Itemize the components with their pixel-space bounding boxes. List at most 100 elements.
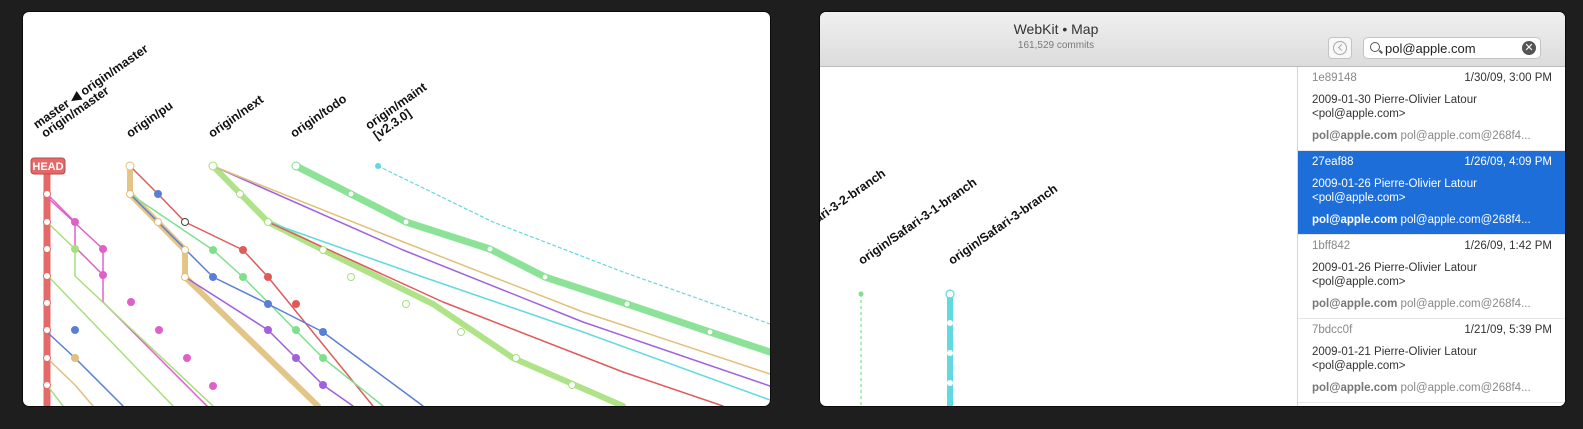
commit-node: [209, 246, 217, 254]
commit-date: 1/30/09, 3:00 PM: [1464, 72, 1552, 84]
commit-node: [209, 273, 217, 281]
commit-date: 1/21/09, 5:39 PM: [1464, 324, 1552, 336]
branch-label-safari-3-2[interactable]: ari-3-2-branch: [820, 166, 888, 225]
commit-node: [154, 218, 162, 226]
commit-node: [402, 300, 410, 308]
commit-hash: 27eaf88: [1312, 156, 1354, 168]
commit-node: [43, 245, 51, 253]
commit-summary: 2009-01-26 Pierre-Olivier Latour: [1312, 262, 1477, 274]
commit-node: [319, 246, 327, 254]
commit-node: [43, 299, 51, 307]
commit-node: [292, 354, 300, 362]
commit-graph-canvas[interactable]: master ◀ origin/master origin/master ori…: [23, 12, 770, 406]
head-badge-label: HEAD: [32, 161, 63, 173]
search-field[interactable]: ✕: [1363, 37, 1541, 59]
commit-node: [181, 273, 189, 281]
commit-node: [236, 190, 244, 198]
result-item[interactable]: 7bdcc0f 1/21/09, 5:39 PM 2009-01-21 Pier…: [1298, 319, 1565, 403]
search-results-list[interactable]: 1e89148 1/30/09, 3:00 PM 2009-01-30 Pier…: [1297, 67, 1565, 406]
commit-node: [347, 273, 355, 281]
commit-node: [319, 328, 327, 336]
branch-lines: [43, 162, 770, 406]
result-item[interactable]: 1e89148 1/30/09, 3:00 PM 2009-01-30 Pier…: [1298, 67, 1565, 151]
commit-email-line: pol@apple.com pol@apple.com@268f4...: [1312, 298, 1531, 310]
commit-node: [127, 298, 135, 306]
commit-node: [71, 354, 79, 362]
commit-node: [43, 381, 51, 389]
commit-node: [208, 161, 218, 171]
commit-node: [291, 161, 301, 171]
commit-node: [512, 354, 520, 362]
commit-node: [541, 273, 549, 281]
back-arrow-icon: [1333, 41, 1347, 55]
branch-line-pu: [127, 163, 321, 406]
commit-node: [99, 271, 107, 279]
commit-node: [43, 326, 51, 334]
commit-node: [99, 245, 107, 253]
branch-line-maint: [377, 165, 770, 325]
commit-node: [947, 320, 953, 326]
ref-label-origin-todo[interactable]: origin/todo: [288, 91, 350, 140]
commit-author-email: <pol@apple.com>: [1312, 276, 1406, 288]
commit-node: [154, 190, 162, 198]
clear-search-icon[interactable]: ✕: [1522, 41, 1536, 55]
commit-author-email: <pol@apple.com>: [1312, 360, 1406, 372]
commit-node: [126, 190, 134, 198]
commit-node: [486, 245, 494, 253]
commit-node: [292, 326, 300, 334]
commit-node: [568, 381, 576, 389]
commit-node: [623, 300, 631, 308]
webkit-map-window: WebKit • Map 161,529 commits ✕ ari-3-2-b…: [820, 12, 1565, 406]
commit-node: [43, 354, 51, 362]
commit-author-email: <pol@apple.com>: [1312, 108, 1406, 120]
commit-email-line: pol@apple.com pol@apple.com@268f4...: [1312, 130, 1531, 142]
commit-hash: 7bdcc0f: [1312, 324, 1353, 336]
head-badge[interactable]: HEAD: [30, 157, 66, 175]
commit-node: [71, 326, 79, 334]
commit-node: [264, 273, 272, 281]
commit-date: 1/26/09, 4:09 PM: [1464, 156, 1552, 168]
result-item-selected[interactable]: 27eaf88 1/26/09, 4:09 PM 2009-01-26 Pier…: [1298, 151, 1565, 235]
commit-summary: 2009-01-26 Pierre-Olivier Latour: [1312, 178, 1477, 190]
commit-summary: 2009-01-30 Pierre-Olivier Latour: [1312, 94, 1477, 106]
commit-node: [43, 218, 51, 226]
commit-node: [43, 272, 51, 280]
commit-node: [858, 291, 864, 297]
branch-line-green-2: [46, 274, 174, 406]
commit-node: [71, 245, 79, 253]
commit-node: [375, 163, 381, 169]
commit-node: [125, 161, 135, 171]
commit-node: [155, 326, 163, 334]
commit-node: [239, 246, 247, 254]
result-item[interactable]: 1bff842 1/26/09, 1:42 PM 2009-01-26 Pier…: [1298, 235, 1565, 319]
commit-node: [71, 218, 79, 226]
branch-map-canvas[interactable]: ari-3-2-branch origin/Safari-3-1-branch …: [820, 12, 1292, 406]
branch-line-yellow-1: [46, 357, 94, 406]
commit-node: [457, 328, 465, 336]
branch-line-todo: [292, 162, 770, 356]
commit-hash: 1bff842: [1312, 240, 1351, 252]
search-input[interactable]: [1385, 40, 1520, 56]
commit-node: [347, 190, 355, 198]
commit-summary: 2009-01-21 Pierre-Olivier Latour: [1312, 346, 1477, 358]
commit-node: [947, 380, 953, 386]
commit-node: [181, 218, 189, 226]
commit-node: [706, 328, 714, 336]
ref-label-origin-next[interactable]: origin/next: [206, 92, 267, 141]
commit-node: [239, 273, 247, 281]
ref-label-master[interactable]: master ◀ origin/master: [31, 41, 151, 131]
commit-node: [402, 218, 410, 226]
commit-node: [264, 218, 272, 226]
commit-node: [43, 190, 51, 198]
commit-node: [945, 289, 955, 299]
commit-node: [264, 300, 272, 308]
search-icon: [1370, 42, 1380, 52]
commit-node: [181, 246, 189, 254]
ref-labels: master ◀ origin/master origin/master ori…: [31, 41, 430, 142]
back-button[interactable]: [1328, 37, 1352, 59]
commit-node: [183, 354, 191, 362]
commit-author-email: <pol@apple.com>: [1312, 192, 1406, 204]
ref-label-origin-pu[interactable]: origin/pu: [124, 98, 176, 140]
commit-email-line: pol@apple.com pol@apple.com@268f4...: [1312, 214, 1531, 226]
commit-email-line: pol@apple.com pol@apple.com@268f4...: [1312, 382, 1531, 394]
